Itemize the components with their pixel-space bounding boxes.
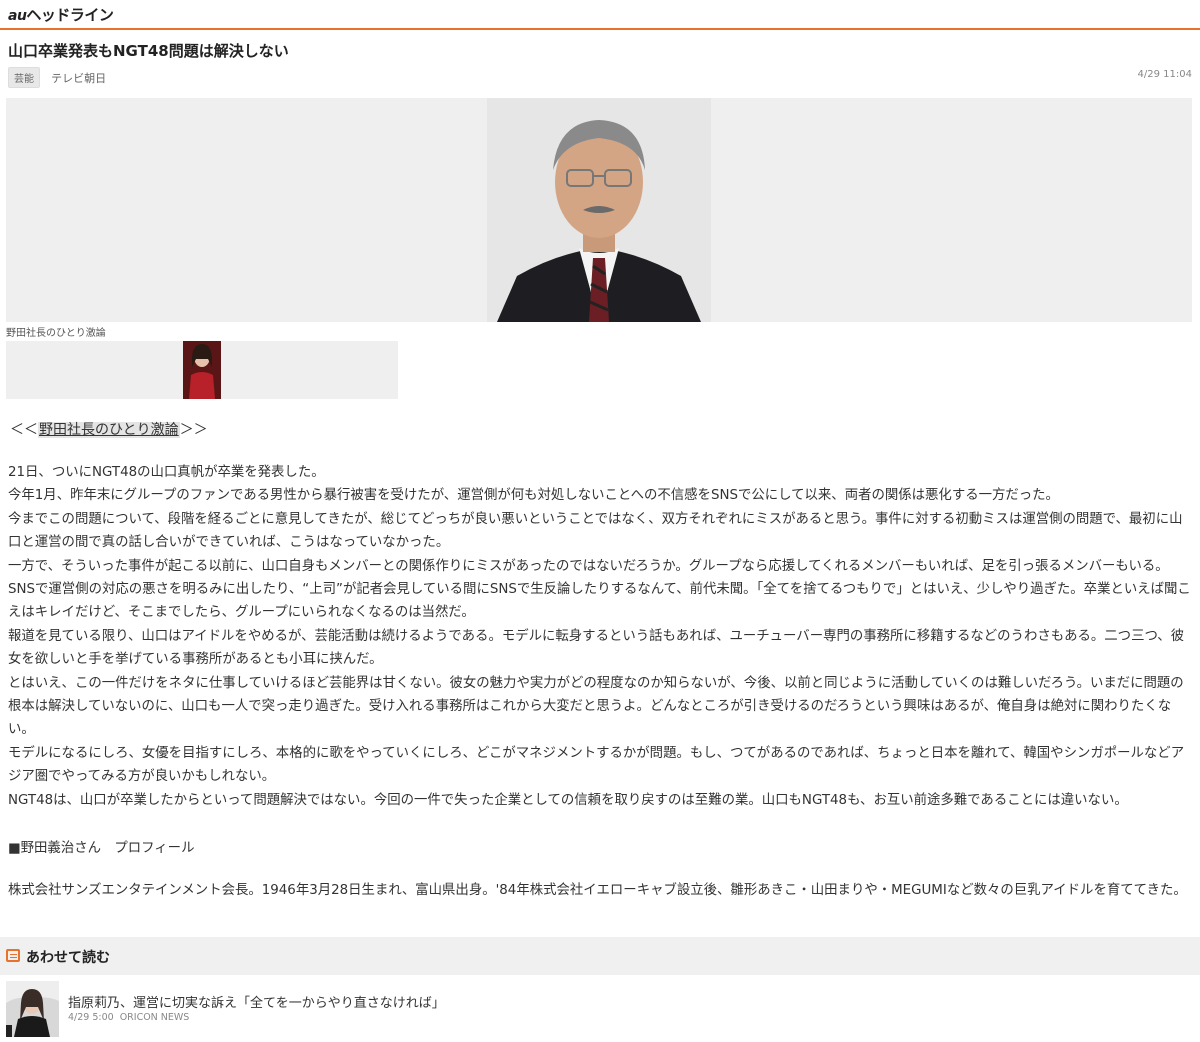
site-header: auヘッドライン — [0, 0, 1200, 30]
main-photo-frame — [6, 98, 1192, 322]
article-source: テレビ朝日 — [51, 71, 107, 85]
related-section-header: あわせて読む — [0, 937, 1200, 975]
article-paragraph: 報道を見ている限り、山口はアイドルをやめるが、芸能活動は続けるようである。モデル… — [8, 628, 1185, 668]
related-article-title[interactable]: 指原莉乃、運営に切実な訴え「全てを一からやり直さなければ」 — [68, 992, 445, 1011]
thumbnail-image[interactable] — [183, 341, 221, 399]
article-paragraph: 21日、ついにNGT48の山口真帆が卒業を発表した。 — [8, 465, 325, 480]
related-article-thumbnail[interactable] — [6, 981, 59, 1037]
main-photo — [487, 98, 711, 322]
article-meta: 芸能 テレビ朝日 4/29 11:04 — [8, 67, 1192, 88]
related-article-time: 4/29 5:00 — [68, 1012, 114, 1023]
article-paragraph: 一方で、そういった事件が起こる以前に、山口自身もメンバーとの関係作りにミスがあっ… — [8, 558, 1191, 621]
article-paragraph: モデルになるにしろ、女優を目指すにしろ、本格的に歌をやっていくにしろ、どこがマネ… — [8, 745, 1185, 785]
column-link-line: ＜＜野田社長のひとり激論＞＞ — [10, 422, 208, 438]
thumbnail-illustration — [183, 341, 221, 399]
profile-text: 株式会社サンズエンタテインメント会長。1946年3月28日生まれ、富山県出身。'… — [8, 883, 1187, 898]
article-title: 山口卒業発表もNGT48問題は解決しない — [8, 42, 289, 60]
article-body: 21日、ついにNGT48の山口真帆が卒業を発表した。 今年1月、昨年末にグループ… — [8, 461, 1192, 812]
category-badge[interactable]: 芸能 — [8, 67, 40, 88]
related-article-meta: 4/29 5:00 ORICON NEWS — [68, 1012, 189, 1023]
column-link[interactable]: 野田社長のひとり激論 — [38, 422, 180, 438]
article-paragraph: NGT48は、山口が卒業したからといって問題解決ではない。今回の一件で失った企業… — [8, 792, 1128, 808]
related-heading: あわせて読む — [26, 950, 110, 966]
thumbnail-strip — [6, 341, 398, 399]
related-article-source: ORICON NEWS — [119, 1012, 190, 1023]
portrait-illustration — [487, 98, 711, 322]
site-logo[interactable]: auヘッドライン — [8, 4, 114, 25]
article-paragraph: とはいえ、この一件だけをネタに仕事していけるほど芸能界は甘くない。彼女の魅力や実… — [8, 675, 1184, 738]
profile-heading: ■野田義治さん プロフィール — [8, 841, 195, 856]
related-thumbnail-illustration — [6, 981, 59, 1037]
article-paragraph: 今までこの問題について、段階を経るごとに意見してきたが、総じてどっちが良い悪いと… — [8, 511, 1183, 551]
related-articles-icon — [6, 949, 20, 962]
photo-caption: 野田社長のひとり激論 — [6, 328, 106, 339]
related-article-item[interactable]: 指原莉乃、運営に切実な訴え「全てを一からやり直さなければ」 4/29 5:00 O… — [6, 981, 1196, 1037]
article-paragraph: 今年1月、昨年末にグループのファンである男性から暴行被害を受けたが、運営側が何も… — [8, 488, 1059, 504]
article-datetime: 4/29 11:04 — [1137, 69, 1192, 80]
